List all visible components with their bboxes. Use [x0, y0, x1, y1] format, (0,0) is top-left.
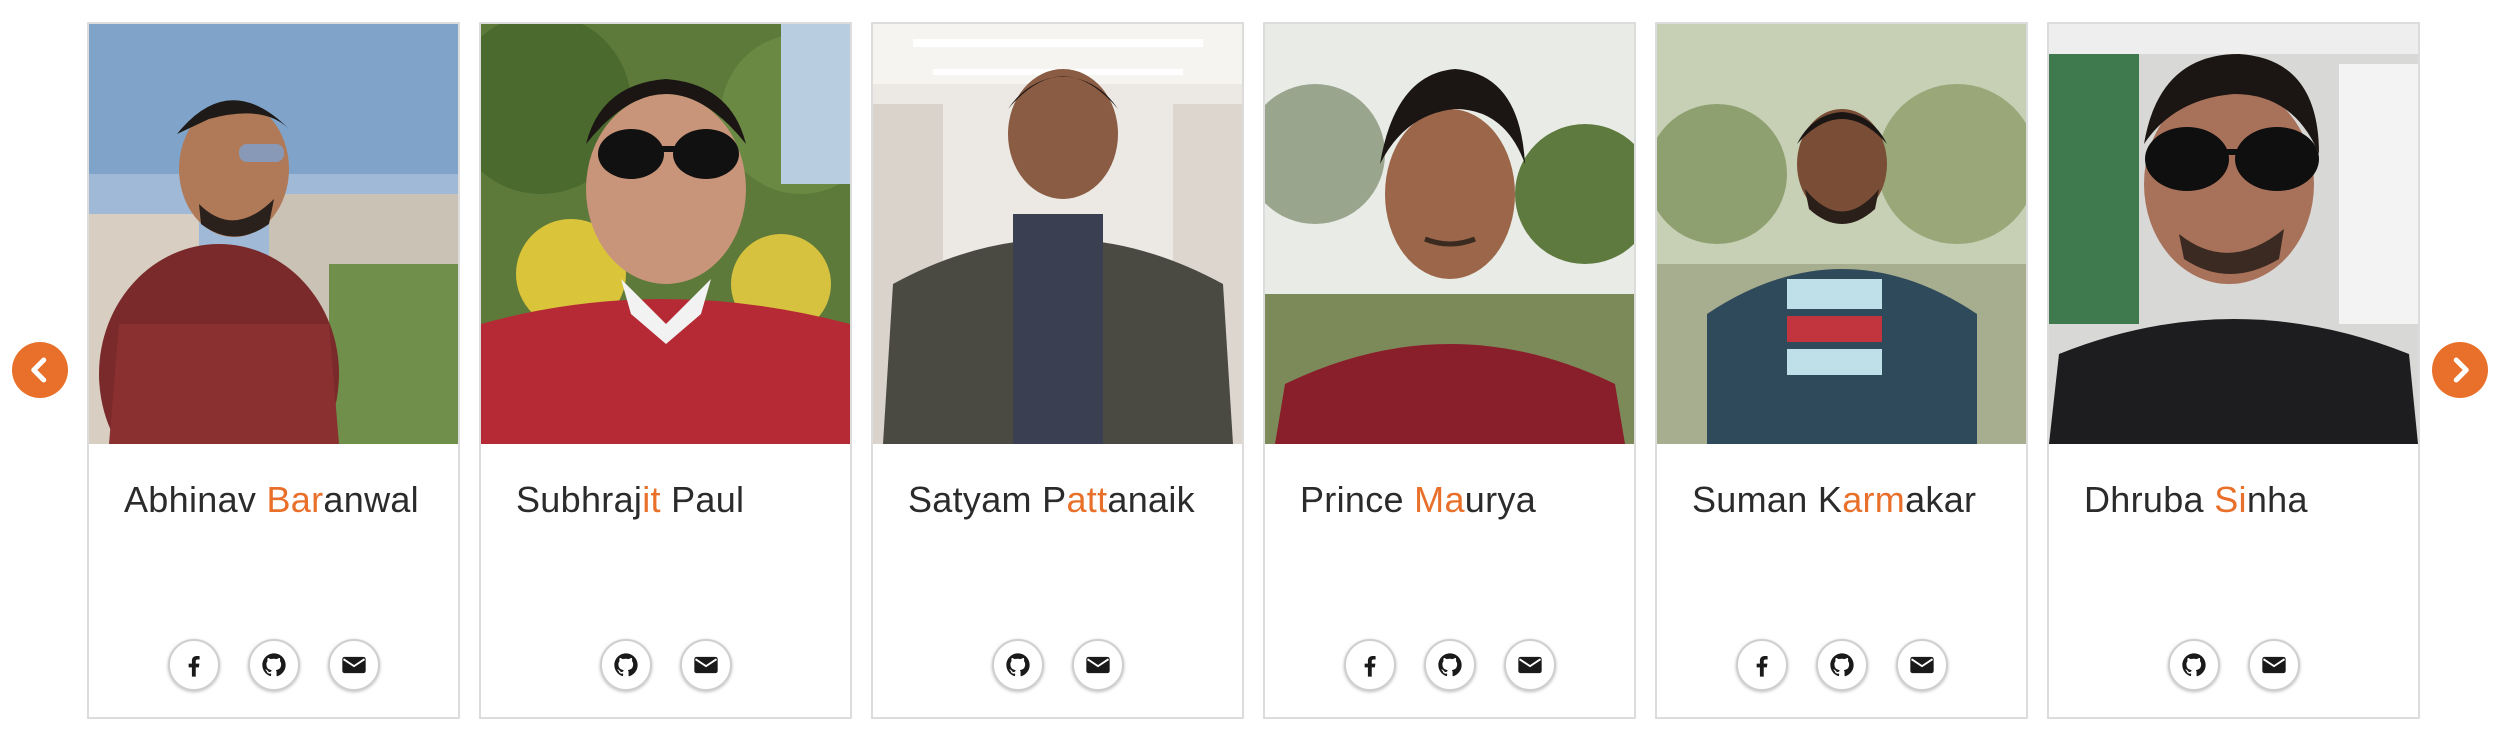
github-button[interactable]	[1423, 639, 1476, 691]
member-photo	[481, 24, 850, 444]
carousel-prev-button[interactable]	[12, 342, 68, 398]
team-card: Subhrajit Paul	[479, 22, 852, 719]
member-name: Satyam Pattanaik	[908, 479, 1195, 520]
github-icon	[1005, 653, 1030, 677]
member-name: Subhrajit Paul	[516, 479, 745, 520]
envelope-icon	[1909, 656, 1934, 674]
member-name: Prince Maurya	[1300, 479, 1537, 520]
github-icon	[1437, 653, 1462, 677]
member-photo	[873, 24, 1242, 444]
social-links	[2049, 639, 2418, 691]
member-name: Dhruba Sinha	[2084, 479, 2308, 520]
team-card: Suman Karmakar	[1655, 22, 2028, 719]
envelope-icon	[693, 656, 718, 674]
facebook-button[interactable]	[1343, 639, 1396, 691]
social-links	[89, 639, 458, 691]
chevron-left-icon	[31, 357, 47, 383]
email-button[interactable]	[2247, 639, 2300, 691]
facebook-button[interactable]	[1735, 639, 1788, 691]
member-photo	[2049, 24, 2418, 444]
envelope-icon	[1517, 656, 1542, 674]
github-icon	[261, 653, 286, 677]
member-name: Abhinav Baranwal	[124, 479, 419, 520]
email-button[interactable]	[679, 639, 732, 691]
social-links	[481, 639, 850, 691]
carousel-next-button[interactable]	[2432, 342, 2488, 398]
member-photo	[89, 24, 458, 444]
facebook-icon	[1364, 656, 1376, 677]
social-links	[1657, 639, 2026, 691]
social-links	[1265, 639, 1634, 691]
facebook-icon	[1756, 656, 1768, 677]
github-button[interactable]	[991, 639, 1044, 691]
envelope-icon	[2261, 656, 2286, 674]
email-button[interactable]	[1071, 639, 1124, 691]
member-name: Suman Karmakar	[1692, 479, 1977, 520]
envelope-icon	[1085, 656, 1110, 674]
email-button[interactable]	[1503, 639, 1556, 691]
github-icon	[1829, 653, 1854, 677]
facebook-button[interactable]	[167, 639, 220, 691]
member-photo	[1657, 24, 2026, 444]
envelope-icon	[341, 656, 366, 674]
github-button[interactable]	[2167, 639, 2220, 691]
team-card: Dhruba Sinha	[2047, 22, 2420, 719]
social-links	[873, 639, 1242, 691]
team-card: Satyam Pattanaik	[871, 22, 1244, 719]
github-button[interactable]	[247, 639, 300, 691]
email-button[interactable]	[1895, 639, 1948, 691]
member-photo	[1265, 24, 1634, 444]
chevron-right-icon	[2453, 357, 2469, 383]
team-card: Abhinav Baranwal	[87, 22, 460, 719]
email-button[interactable]	[327, 639, 380, 691]
facebook-icon	[188, 656, 200, 677]
github-icon	[2181, 653, 2206, 677]
github-icon	[613, 653, 638, 677]
github-button[interactable]	[599, 639, 652, 691]
github-button[interactable]	[1815, 639, 1868, 691]
team-card: Prince Maurya	[1263, 22, 1636, 719]
